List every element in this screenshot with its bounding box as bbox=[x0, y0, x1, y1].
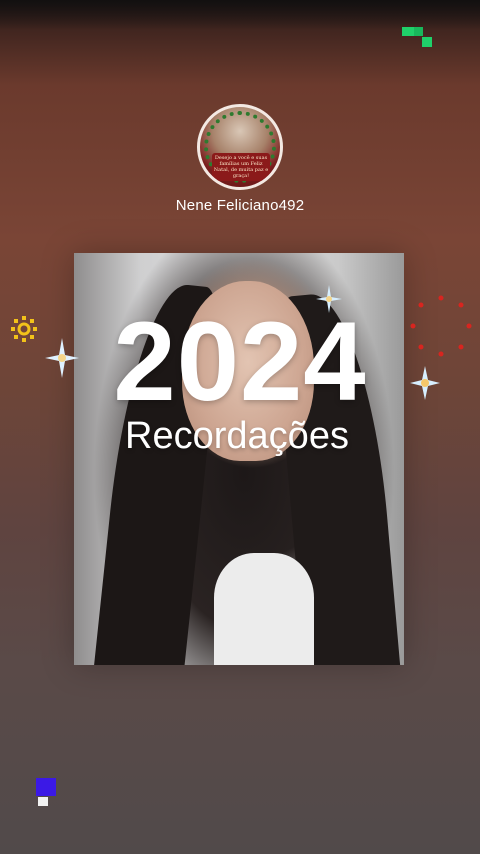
profile-avatar[interactable]: Desejo a você e suas famílias um Feliz N… bbox=[197, 104, 283, 190]
pixel-icon bbox=[36, 778, 56, 806]
pixel-icon bbox=[402, 27, 432, 47]
sparkle-icon bbox=[45, 338, 79, 378]
sparkle-icon bbox=[316, 285, 342, 313]
sun-icon bbox=[11, 316, 37, 342]
username-label[interactable]: Nene Feliciano492 bbox=[0, 197, 480, 214]
sparkle-icon bbox=[410, 366, 440, 400]
dotted-circle-icon bbox=[410, 295, 472, 357]
photo-shirt bbox=[214, 553, 314, 665]
memory-title: Recordações bbox=[125, 415, 349, 457]
avatar-card-text: Desejo a você e suas famílias um Feliz N… bbox=[212, 153, 270, 181]
status-bar-shade bbox=[0, 0, 480, 30]
